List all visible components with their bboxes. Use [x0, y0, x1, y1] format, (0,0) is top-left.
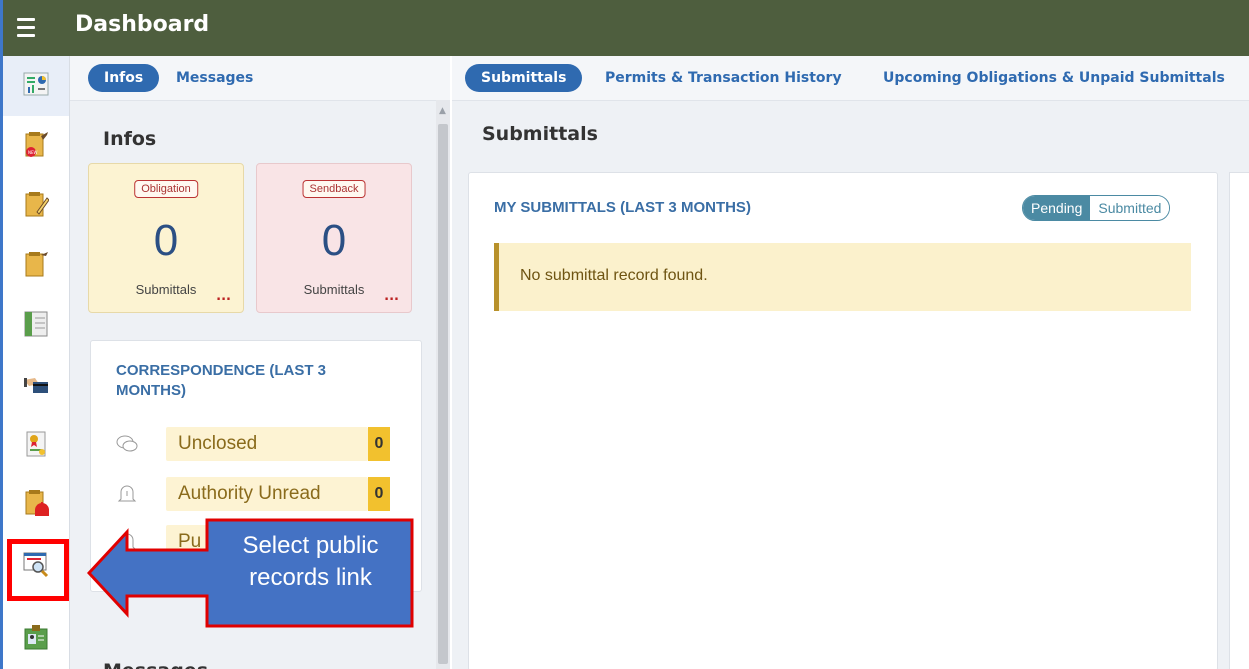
- infos-scrollbar[interactable]: ▲: [436, 100, 450, 669]
- tab-messages[interactable]: Messages: [160, 64, 269, 92]
- callout-line-1: Select public: [242, 532, 379, 559]
- svg-text:NEW: NEW: [28, 150, 38, 155]
- correspondence-label: Authority Unread: [166, 477, 368, 511]
- my-submittals-card: MY SUBMITTALS (LAST 3 MONTHS) Pending Su…: [468, 172, 1218, 669]
- ledger-icon: [24, 311, 48, 337]
- sidebar-item-id-badge[interactable]: [3, 609, 69, 669]
- new-submittal-icon: NEW: [25, 132, 48, 157]
- messages-heading: Messages: [103, 660, 208, 669]
- secondary-card: [1229, 172, 1249, 669]
- pending-submitted-toggle[interactable]: Pending Submitted: [1022, 195, 1171, 221]
- submittals-subtabs: Submittals Permits & Transaction History…: [452, 56, 1249, 101]
- tab-upcoming-obligations[interactable]: Upcoming Obligations & Unpaid Submittals: [883, 64, 1225, 92]
- empty-state-alert: No submittal record found.: [494, 243, 1191, 311]
- sendback-more-link[interactable]: ...: [384, 289, 399, 304]
- sendback-card[interactable]: Sendback 0 Submittals ...: [256, 163, 412, 313]
- correspondence-count: 0: [368, 427, 390, 461]
- alarm-document-icon: [25, 490, 49, 516]
- dashboard-chart-icon: [23, 72, 49, 96]
- scrollbar-thumb[interactable]: [438, 124, 448, 664]
- toggle-submitted[interactable]: Submitted: [1090, 196, 1170, 220]
- sidebar-item-certificate[interactable]: [3, 416, 69, 476]
- id-badge-icon: [24, 625, 48, 650]
- sidebar-item-payment[interactable]: [3, 356, 69, 416]
- sendback-count: 0: [321, 216, 347, 265]
- submittals-heading: Submittals: [482, 123, 598, 145]
- public-records-highlight: [7, 539, 69, 601]
- submittals-panel: Submittals Permits & Transaction History…: [452, 56, 1249, 669]
- sidebar-item-alarm-document[interactable]: [3, 476, 69, 536]
- tab-permits-history[interactable]: Permits & Transaction History: [605, 64, 842, 92]
- app-window: Dashboard NEW Infos Messages Infos Oblig…: [0, 0, 1249, 669]
- hamburger-menu-icon[interactable]: [13, 12, 43, 44]
- sidebar-item-ledger[interactable]: [3, 296, 69, 356]
- correspondence-row-unclosed[interactable]: Unclosed 0: [116, 427, 391, 461]
- page-title: Dashboard: [75, 12, 210, 37]
- payment-card-icon: [24, 378, 48, 393]
- scroll-up-arrow-icon[interactable]: ▲: [439, 106, 446, 116]
- bell-alert-icon: [117, 485, 137, 502]
- sidebar-item-new-submittal[interactable]: NEW: [3, 116, 69, 176]
- correspondence-count: 0: [368, 477, 390, 511]
- correspondence-title: CORRESPONDENCE (LAST 3 MONTHS): [116, 362, 327, 399]
- correspondence-label: Unclosed: [166, 427, 368, 461]
- chat-bubbles-icon: [116, 435, 138, 452]
- sendback-tag: Sendback: [302, 180, 366, 198]
- top-bar: Dashboard: [3, 0, 1249, 56]
- submittal-list-icon: [25, 252, 48, 277]
- tab-submittals[interactable]: Submittals: [465, 64, 583, 92]
- tab-infos[interactable]: Infos: [88, 64, 160, 92]
- obligation-card[interactable]: Obligation 0 Submittals ...: [88, 163, 244, 313]
- toggle-pending[interactable]: Pending: [1023, 196, 1091, 220]
- callout-text: Select public records link: [208, 530, 413, 620]
- my-submittals-title: MY SUBMITTALS (LAST 3 MONTHS): [494, 199, 751, 216]
- edit-submittal-icon: [25, 192, 49, 217]
- correspondence-row-authority-unread[interactable]: Authority Unread 0: [116, 477, 391, 511]
- sidebar-item-dashboard[interactable]: [3, 56, 69, 116]
- infos-subtabs: Infos Messages: [70, 56, 450, 101]
- obligation-more-link[interactable]: ...: [216, 289, 231, 304]
- obligation-count: 0: [153, 216, 179, 265]
- sidebar-item-edit-submittal[interactable]: [3, 176, 69, 236]
- empty-state-message: No submittal record found.: [520, 267, 708, 284]
- callout-line-2: records link: [249, 564, 372, 591]
- certificate-icon: [26, 431, 46, 457]
- obligation-tag: Obligation: [134, 180, 198, 198]
- sidebar-item-submittal-list[interactable]: [3, 236, 69, 296]
- infos-heading: Infos: [103, 128, 157, 150]
